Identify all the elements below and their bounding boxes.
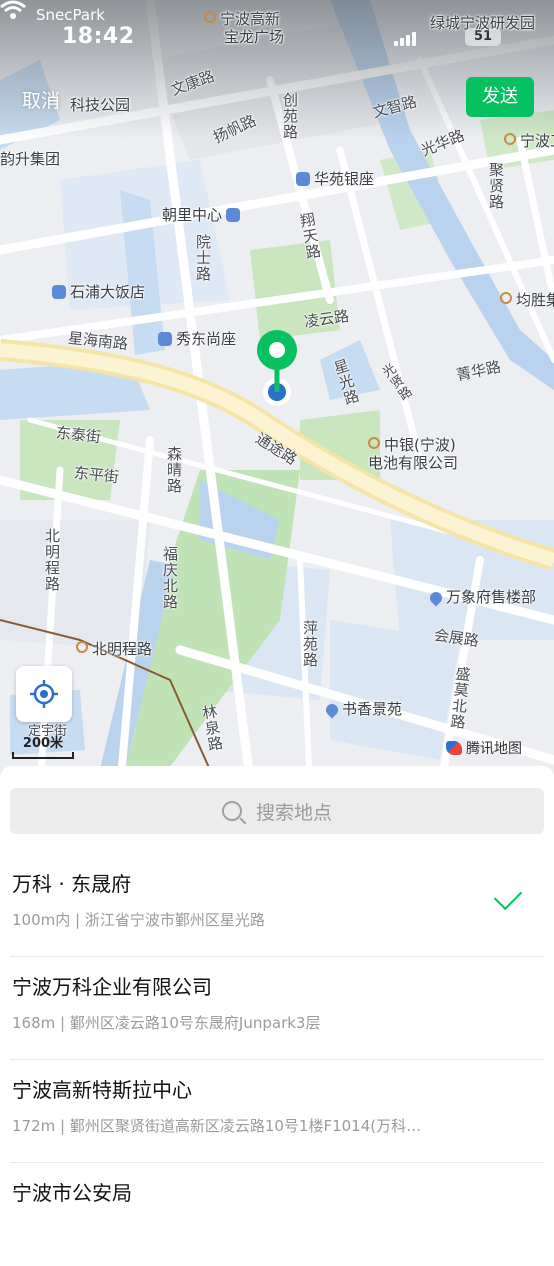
map-view[interactable]: SnecPark 18:42 51 取消 发送 宁波高新 宝龙广场 绿城宁波研发园… <box>0 0 554 790</box>
building-icon <box>296 172 310 186</box>
map-brand: 腾讯地图 <box>446 738 522 758</box>
result-name: 宁波万科企业有限公司 <box>12 975 212 999</box>
location-list-sheet: 搜索地点 万科 · 东晟府 100m内 | 浙江省宁波市鄞州区星光路 宁波万科企… <box>0 766 554 1205</box>
poi-label[interactable]: 宁波高新 宝龙广场 <box>204 10 284 46</box>
residence-icon <box>323 701 341 719</box>
road-label: 创苑路 <box>281 92 299 140</box>
result-name: 万科 · 东晟府 <box>12 872 132 896</box>
poi-label[interactable]: 秀东尚座 <box>158 328 236 349</box>
metro-icon <box>76 641 88 653</box>
back-app-label[interactable]: SnecPark <box>36 6 105 24</box>
building-icon <box>158 332 172 346</box>
cancel-button[interactable]: 取消 <box>22 86 60 113</box>
location-result-item[interactable]: 宁波万科企业有限公司 168m | 鄞州区凌云路10号东晟府Junpark3层 <box>0 957 554 1060</box>
location-result-item[interactable]: 万科 · 东晟府 100m内 | 浙江省宁波市鄞州区星光路 <box>0 854 554 957</box>
poi-label[interactable]: 中银(宁波) 电池有限公司 <box>368 436 458 472</box>
search-placeholder: 搜索地点 <box>255 801 332 824</box>
status-time: 18:42 <box>62 24 135 49</box>
hotel-icon <box>52 285 66 299</box>
metro-station-label[interactable]: 北明程路 <box>76 638 152 659</box>
road-label: 聚贤路 <box>487 162 505 210</box>
poi-label[interactable]: 万象府售楼部 <box>427 586 536 607</box>
wifi-icon <box>0 0 26 19</box>
result-address: 168m | 鄞州区凌云路10号东晟府Junpark3层 <box>12 1014 321 1032</box>
result-name: 宁波高新特斯拉中心 <box>12 1078 192 1102</box>
search-input[interactable]: 搜索地点 <box>10 788 544 834</box>
poi-icon <box>204 11 216 23</box>
building-icon <box>226 208 241 222</box>
road-label: 萍苑路 <box>301 620 319 668</box>
location-result-item[interactable]: 宁波市公安局 <box>0 1163 554 1266</box>
cellular-signal-icon <box>394 30 420 46</box>
poi-label[interactable]: 韵升集团 <box>0 148 60 169</box>
result-address: 100m内 | 浙江省宁波市鄞州区星光路 <box>12 911 265 929</box>
result-address: 172m | 鄞州区聚贤街道高新区凌云路10号1楼F1014(万科… <box>12 1117 422 1135</box>
locate-me-button[interactable] <box>16 666 72 722</box>
poi-label[interactable]: 绿城宁波研发园 <box>430 12 535 33</box>
road-label: 福庆北路 <box>161 546 179 610</box>
poi-label[interactable]: 朝里中心 <box>162 204 244 225</box>
map-scale: 200米 <box>12 732 74 759</box>
search-icon <box>221 801 242 821</box>
location-result-item[interactable]: 宁波高新特斯拉中心 172m | 鄞州区聚贤街道高新区凌云路10号1楼F1014… <box>0 1060 554 1163</box>
poi-label[interactable]: 石浦大饭店 <box>52 281 145 302</box>
road-label: 北明程路 <box>43 528 61 592</box>
poi-label[interactable]: 华苑银座 <box>296 168 374 189</box>
tencent-map-logo-icon <box>446 741 462 755</box>
send-button[interactable]: 发送 <box>466 77 534 117</box>
poi-label[interactable]: 宁波工 <box>504 130 554 151</box>
poi-label[interactable]: 科技公园 <box>70 94 130 115</box>
road-label: 森晴路 <box>165 446 183 494</box>
sales-office-icon <box>427 589 445 607</box>
road-label: 院士路 <box>194 234 212 282</box>
poi-label[interactable]: 书香景苑 <box>323 698 402 719</box>
crosshair-icon <box>30 680 58 708</box>
poi-label[interactable]: 均胜集 <box>500 289 554 310</box>
check-icon <box>493 881 523 911</box>
result-name: 宁波市公安局 <box>12 1181 132 1205</box>
